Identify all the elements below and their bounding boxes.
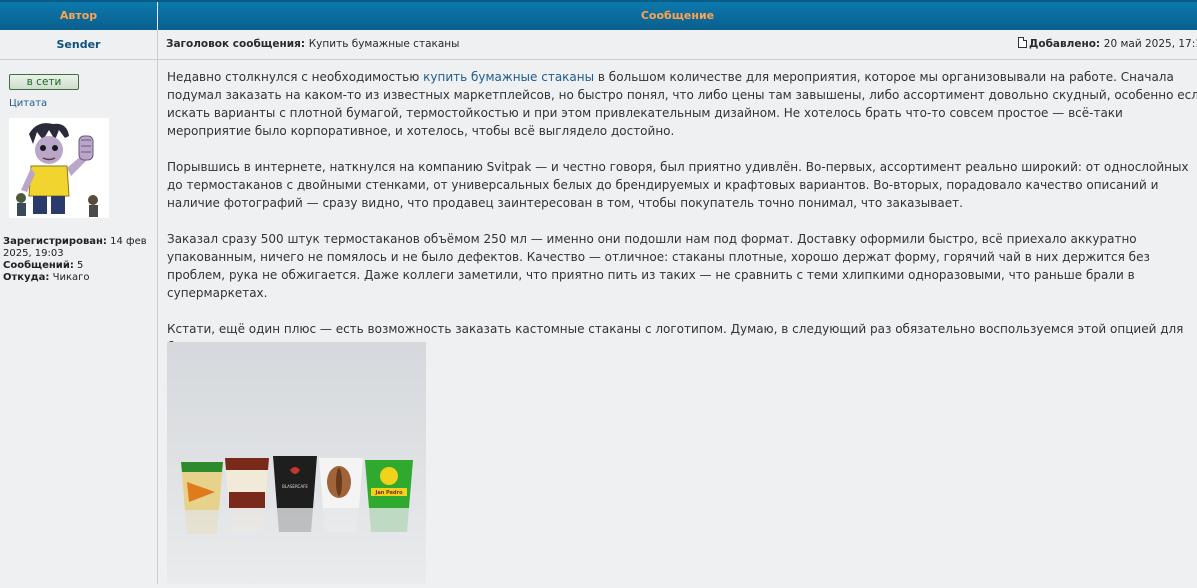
avatar bbox=[9, 118, 109, 218]
location-label: Откуда: bbox=[3, 272, 50, 283]
table-header: Автор Сообщение bbox=[0, 2, 1197, 30]
quote-link[interactable]: Цитата bbox=[9, 98, 47, 109]
author-column-header: Автор bbox=[0, 2, 158, 30]
post-body: Недавно столкнулся с необходимостью купи… bbox=[167, 68, 1197, 374]
added-value: 20 май 2025, 17:1 bbox=[1103, 38, 1197, 50]
registered-info: Зарегистрирован: 14 фев 2025, 19:03 bbox=[3, 236, 153, 260]
post-paragraph-3: Заказал сразу 500 штук термостаканов объ… bbox=[167, 232, 1150, 300]
location-value: Чикаго bbox=[52, 272, 90, 283]
paragraph-1-start: Недавно столкнулся с необходимостью bbox=[167, 70, 424, 84]
posts-value: 5 bbox=[77, 260, 84, 271]
subject: Заголовок сообщения: Купить бумажные ста… bbox=[166, 30, 459, 59]
paper-cups-link[interactable]: купить бумажные стаканы bbox=[423, 70, 594, 84]
posts-label: Сообщений: bbox=[3, 260, 74, 271]
post-date: Добавлено: 20 май 2025, 17:1 bbox=[1018, 30, 1197, 59]
message-panel: Заголовок сообщения: Купить бумажные ста… bbox=[158, 30, 1197, 584]
subject-label: Заголовок сообщения: bbox=[166, 38, 306, 50]
post-paragraph-2: Порывшись в интернете, наткнулся на комп… bbox=[167, 160, 1189, 210]
location-info: Откуда: Чикаго bbox=[3, 272, 153, 284]
cup-label-jan-pedro: Jan Pedro bbox=[374, 490, 403, 496]
author-name[interactable]: Sender bbox=[0, 30, 157, 60]
cup-label-blasercafe: BLASERCAFE bbox=[282, 484, 308, 489]
online-status-button[interactable]: в сети bbox=[9, 74, 79, 90]
author-profile-info: Зарегистрирован: 14 фев 2025, 19:03 Сооб… bbox=[3, 236, 153, 284]
registered-label: Зарегистрирован: bbox=[3, 236, 107, 247]
post-link-icon[interactable] bbox=[1018, 37, 1027, 48]
post-paragraph-1: Недавно столкнулся с необходимостью купи… bbox=[167, 68, 1197, 140]
post-subject-row: Заголовок сообщения: Купить бумажные ста… bbox=[158, 30, 1197, 60]
posts-info: Сообщений: 5 bbox=[3, 260, 153, 272]
subject-value: Купить бумажные стаканы bbox=[308, 38, 460, 50]
paper-cups-photo: BLASERCAFE Jan Pedro bbox=[167, 342, 426, 584]
paper-cups-photo-icon: BLASERCAFE Jan Pedro bbox=[167, 342, 426, 584]
author-panel: Sender в сети Цитата Зарегистрирован: 14… bbox=[0, 30, 158, 584]
avatar-cartoon-character-icon bbox=[9, 118, 109, 218]
added-label: Добавлено: bbox=[1029, 38, 1101, 50]
message-column-header: Сообщение bbox=[640, 9, 715, 22]
